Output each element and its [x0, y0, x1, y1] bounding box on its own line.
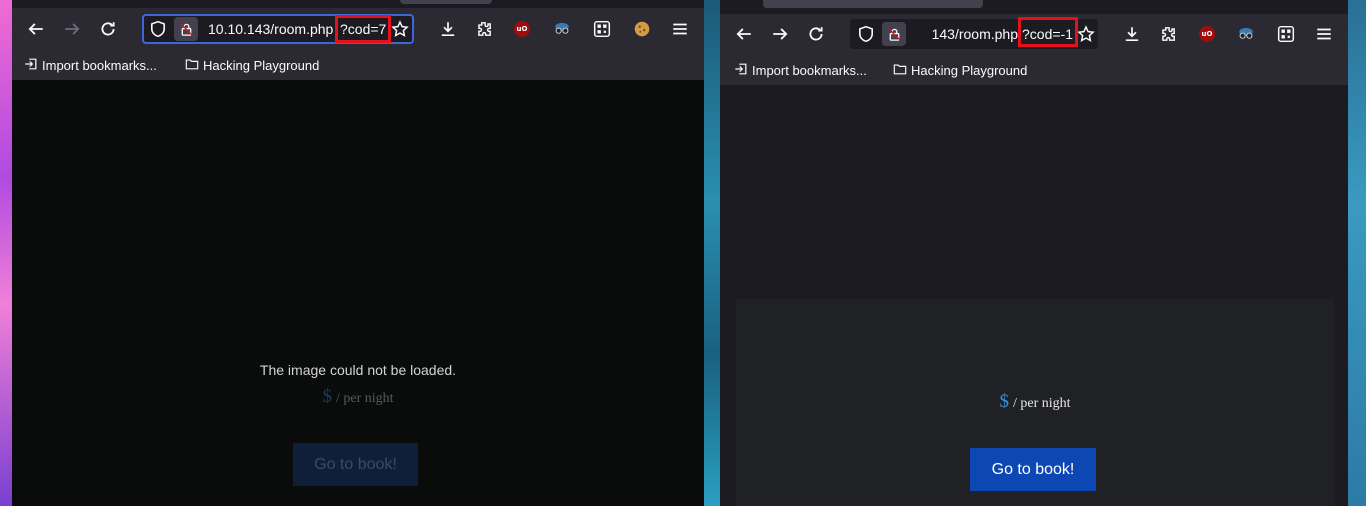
- bookmark-folder-hacking[interactable]: Hacking Playground: [185, 57, 319, 74]
- star-icon[interactable]: [1076, 24, 1096, 44]
- folder-icon: [185, 57, 199, 74]
- extensions-icon[interactable]: [474, 19, 494, 39]
- go-to-book-button[interactable]: Go to book!: [970, 448, 1096, 491]
- back-arrow-icon[interactable]: [26, 19, 46, 39]
- price-line: $ / per night: [12, 386, 704, 408]
- go-to-book-button[interactable]: Go to book!: [293, 443, 418, 486]
- spy-glasses-icon[interactable]: [552, 19, 572, 39]
- qr-icon[interactable]: [592, 19, 612, 39]
- price-suffix: / per night: [1012, 396, 1071, 411]
- bookmarks-toolbar: Import bookmarks... Hacking Playground: [720, 55, 1348, 85]
- back-arrow-icon[interactable]: [734, 24, 754, 44]
- import-icon: [24, 57, 38, 74]
- desktop-wallpaper-right: [1348, 0, 1366, 506]
- url-highlight-box: [1018, 17, 1078, 47]
- lock-slash-icon[interactable]: [174, 17, 198, 41]
- tab-strip: [12, 0, 704, 8]
- url-highlight-box: [335, 15, 391, 43]
- browser-window-left: 10.10.143/room.php ?cod=7 uO Import book…: [12, 0, 704, 506]
- folder-icon: [893, 62, 907, 79]
- image-error-text: The image could not be loaded.: [259, 362, 457, 378]
- ublock-icon[interactable]: uO: [512, 19, 532, 39]
- browser-window-right: 143/room.php ?cod=-1 uO Import bookmarks…: [720, 0, 1348, 506]
- download-icon[interactable]: [438, 19, 458, 39]
- price-line: $ / per night: [736, 391, 1334, 413]
- tab[interactable]: [400, 0, 492, 4]
- page-content: The image could not be loaded. $ / per ni…: [12, 80, 704, 506]
- reload-icon[interactable]: [806, 24, 826, 44]
- ublock-icon[interactable]: uO: [1197, 24, 1217, 44]
- price-symbol: $: [322, 386, 332, 407]
- spy-glasses-icon[interactable]: [1236, 24, 1256, 44]
- forward-arrow-icon[interactable]: [62, 19, 82, 39]
- url-text[interactable]: 143/room.php: [918, 19, 1018, 49]
- nav-toolbar: 10.10.143/room.php ?cod=7 uO: [12, 8, 704, 50]
- desktop-wallpaper-left: [0, 0, 12, 506]
- hamburger-menu-icon[interactable]: [1314, 24, 1334, 44]
- shield-icon[interactable]: [856, 24, 876, 44]
- desktop-wallpaper-center: [704, 0, 720, 506]
- bookmark-import[interactable]: Import bookmarks...: [734, 62, 867, 79]
- qr-icon[interactable]: [1276, 24, 1296, 44]
- room-card: $ / per night Go to book!: [736, 299, 1334, 506]
- bookmark-import-label: Import bookmarks...: [42, 58, 157, 73]
- tab[interactable]: [763, 0, 983, 8]
- import-icon: [734, 62, 748, 79]
- tab-strip: [720, 0, 1348, 14]
- price-suffix: / per night: [335, 391, 394, 406]
- bookmark-folder-hacking[interactable]: Hacking Playground: [893, 62, 1027, 79]
- page-content: $ / per night Go to book!: [720, 85, 1348, 506]
- bookmark-import-label: Import bookmarks...: [752, 63, 867, 78]
- bookmarks-toolbar: Import bookmarks... Hacking Playground: [12, 50, 704, 80]
- bookmark-import[interactable]: Import bookmarks...: [24, 57, 157, 74]
- bookmark-folder-label: Hacking Playground: [203, 58, 320, 73]
- lock-slash-icon[interactable]: [882, 22, 906, 46]
- url-text[interactable]: 10.10.143/room.php: [208, 16, 338, 42]
- extensions-icon[interactable]: [1158, 24, 1178, 44]
- price-symbol: $: [999, 391, 1009, 412]
- shield-icon[interactable]: [148, 19, 168, 39]
- cookie-icon[interactable]: [632, 19, 652, 39]
- forward-arrow-icon[interactable]: [770, 24, 790, 44]
- star-icon[interactable]: [390, 19, 410, 39]
- reload-icon[interactable]: [98, 19, 118, 39]
- hamburger-menu-icon[interactable]: [670, 19, 690, 39]
- bookmark-folder-label: Hacking Playground: [911, 63, 1028, 78]
- nav-toolbar: 143/room.php ?cod=-1 uO: [720, 14, 1348, 55]
- download-icon[interactable]: [1122, 24, 1142, 44]
